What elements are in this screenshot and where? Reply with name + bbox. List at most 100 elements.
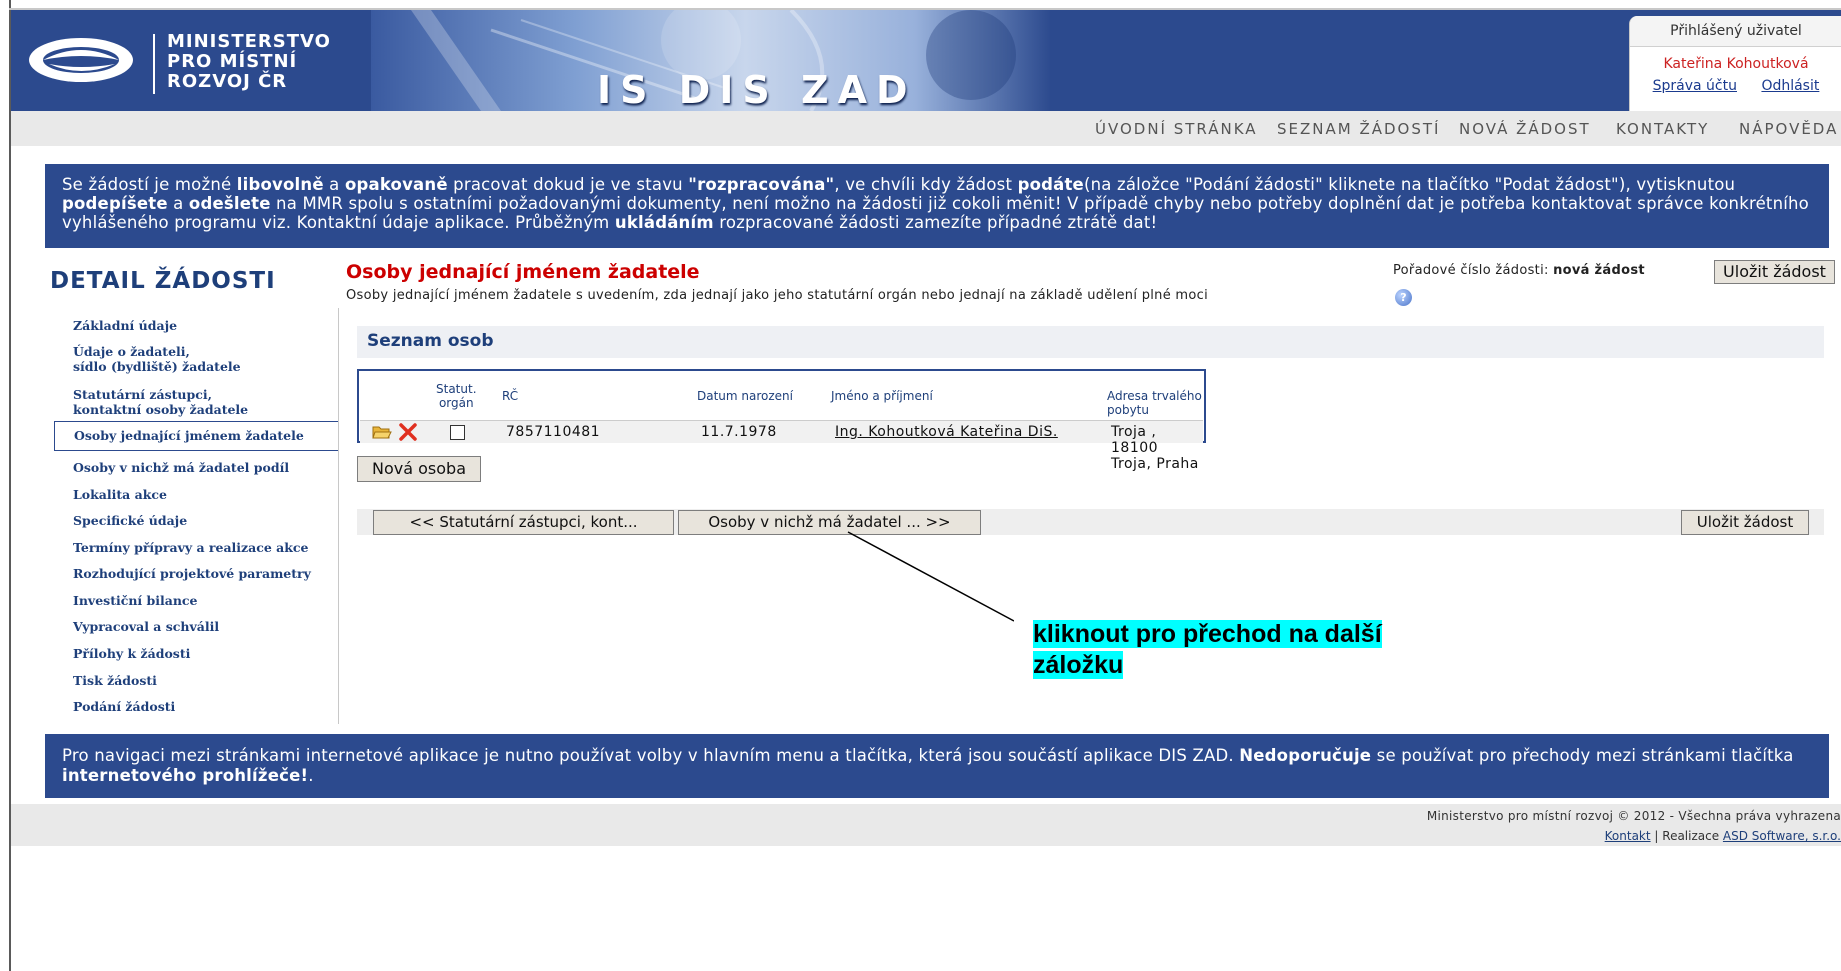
info-bold: libovolně [236, 175, 324, 194]
info-bold: odešlete [188, 194, 271, 213]
user-panel-heading: Přihlášený uživatel [1630, 16, 1841, 47]
ministry-line-3: ROZVOJ ČR [167, 71, 288, 92]
column-header-statutory-line2: orgán [438, 396, 474, 410]
user-links: Správa účtu Odhlásit [1630, 78, 1841, 94]
column-header-rc: RČ [502, 389, 519, 403]
order-number-value: nová žádost [1553, 263, 1645, 278]
info-banner: Se žádostí je možné libovolně a opakovan… [45, 164, 1829, 248]
account-settings-link[interactable]: Správa účtu [1653, 78, 1737, 94]
sidebar-item-acting-persons[interactable]: Osoby jednající jménem žadatele [54, 421, 338, 451]
sidebar-item-label: kontaktní osoby žadatele [73, 402, 249, 417]
info-bold: "rozpracována" [688, 175, 835, 194]
logo-divider [153, 34, 155, 94]
help-icon[interactable]: ? [1395, 289, 1412, 306]
warning-text: . [308, 766, 314, 785]
warning-bold: Nedoporučuje [1239, 746, 1372, 765]
ministry-logo-icon [29, 38, 133, 82]
column-header-statutory: Statut. orgán [436, 382, 477, 410]
sidebar-item-parameters[interactable]: Rozhodující projektové parametry [73, 566, 311, 581]
app-title: IS DIS ZAD [597, 68, 917, 111]
info-bold: ukládáním [614, 213, 714, 232]
cell-name-link[interactable]: Ing. Kohoutková Kateřina DiS. [835, 424, 1058, 440]
column-header-birth-date: Datum narození [697, 389, 793, 403]
vendor-link[interactable]: ASD Software, s.r.o. [1723, 829, 1841, 843]
previous-tab-button[interactable]: << Statutární zástupci, kont... [373, 510, 674, 535]
blank-area [481, 571, 630, 594]
info-text: pracovat dokud je ve stavu [447, 175, 689, 194]
top-navigation: ÚVODNÍ STRÁNKA SEZNAM ŽÁDOSTÍ NOVÁ ŽÁDOS… [11, 111, 1841, 146]
sidebar-item-label: sídlo (bydliště) žadatele [73, 359, 241, 374]
footer-links: Kontakt | Realizace ASD Software, s.r.o. [1605, 829, 1841, 843]
user-name: Kateřina Kohoutková [1663, 56, 1809, 72]
site-header: MINISTERSTVO PRO MÍSTNÍ ROZVOJ ČR IS DIS… [11, 10, 1841, 111]
sidebar-item-label: Údaje o žadateli, [73, 344, 190, 359]
cell-rc: 7857110481 [506, 424, 601, 440]
sidebar-item-dates[interactable]: Termíny přípravy a realizace akce [73, 540, 309, 555]
persons-table: Statut. orgán RČ Datum narození Jméno a … [357, 369, 1206, 472]
info-text: a [323, 175, 345, 194]
sidebar-item-label: Statutární zástupci, [73, 387, 212, 402]
next-tab-button[interactable]: Osoby v nichž má žadatel ... >> [678, 510, 981, 535]
ministry-line-1: MINISTERSTVO [167, 31, 331, 52]
sidebar-item-print[interactable]: Tisk žádosti [73, 673, 157, 688]
callout-line-2: záložku [1033, 651, 1124, 679]
warning-bold: internetového prohlížeče! [62, 766, 309, 785]
column-header-statutory-line1: Statut. [436, 382, 477, 396]
info-bold: opakovaně [344, 175, 448, 194]
nav-help[interactable]: NÁPOVĚDA [1739, 120, 1838, 138]
page-title: Osoby jednající jménem žadatele [346, 261, 700, 283]
sidebar-item-location[interactable]: Lokalita akce [73, 487, 167, 502]
sidebar-divider [338, 308, 339, 724]
order-number-label: Pořadové číslo žádosti: [1393, 263, 1554, 278]
warning-text: Pro navigaci mezi stránkami internetové … [62, 746, 1240, 765]
info-bold: podáte [1017, 175, 1084, 194]
nav-request-list[interactable]: SEZNAM ŽÁDOSTÍ [1277, 120, 1440, 138]
logout-link[interactable]: Odhlásit [1761, 78, 1819, 94]
sidebar-item-statutory[interactable]: Statutární zástupci, kontaktní osoby žad… [73, 387, 248, 417]
user-panel: Přihlášený uživatel Kateřina Kohoutková … [1629, 16, 1841, 111]
warning-text: se používat pro přechody mezi stránkami … [1371, 746, 1794, 765]
info-text: (na záložce "Podání žádosti" kliknete na… [1083, 175, 1736, 194]
info-text: a [167, 194, 189, 213]
column-header-name: Jméno a příjmení [831, 389, 933, 403]
order-number: Pořadové číslo žádosti: nová žádost [1393, 263, 1645, 278]
nav-home[interactable]: ÚVODNÍ STRÁNKA [1095, 120, 1258, 138]
sidebar-item-prepared[interactable]: Vypracoval a schválil [73, 619, 219, 634]
contact-link[interactable]: Kontakt [1605, 829, 1651, 843]
cell-address: Troja , 18100 Troja, Praha [1111, 424, 1199, 472]
copyright: Ministerstvo pro místní rozvoj © 2012 - … [1426, 809, 1841, 823]
info-text: Se žádostí je možné [62, 175, 237, 194]
footer-separator: | Realizace [1650, 829, 1723, 843]
column-header-address: Adresa trvalého pobytu [1107, 389, 1202, 417]
delete-icon[interactable] [398, 423, 418, 441]
table-row: 7857110481 11.7.1978 Ing. Kohoutková Kat… [360, 420, 1203, 472]
navigation-warning-banner: Pro navigaci mezi stránkami internetové … [45, 734, 1829, 798]
sidebar-item-share-persons[interactable]: Osoby v nichž má žadatel podíl [73, 460, 289, 475]
sidebar-title: DETAIL ŽÁDOSTI [50, 268, 276, 294]
sidebar-item-attachments[interactable]: Přílohy k žádosti [73, 646, 190, 661]
new-person-button[interactable]: Nová osoba [357, 456, 481, 482]
ministry-line-2: PRO MÍSTNÍ [167, 51, 298, 72]
save-button-bottom[interactable]: Uložit žádost [1681, 510, 1809, 535]
sidebar-item-specific[interactable]: Specifické údaje [73, 513, 187, 528]
page-description: Osoby jednající jménem žadatele s uveden… [346, 288, 1209, 303]
section-header-bar [357, 326, 1824, 358]
sidebar-item-balance[interactable]: Investiční bilance [73, 593, 198, 608]
section-title: Seznam osob [367, 331, 494, 351]
info-bold: podepíšete [62, 194, 168, 213]
nav-contacts[interactable]: KONTAKTY [1616, 120, 1709, 138]
save-button-top[interactable]: Uložit žádost [1714, 260, 1835, 284]
page-footer: Ministerstvo pro místní rozvoj © 2012 - … [11, 804, 1841, 846]
info-text: rozpracované žádosti zamezíte případné z… [713, 213, 1158, 232]
callout-text: kliknout pro přechod na další záložku [1033, 619, 1382, 681]
blank-area [661, 571, 810, 594]
sidebar-item-basic-info[interactable]: Základní údaje [73, 318, 177, 333]
open-folder-icon[interactable] [372, 424, 392, 440]
statutory-checkbox[interactable] [450, 425, 465, 440]
nav-new-request[interactable]: NOVÁ ŽÁDOST [1459, 120, 1591, 138]
callout-line-1: kliknout pro přechod na další [1033, 620, 1382, 648]
ministry-name: MINISTERSTVO PRO MÍSTNÍ ROZVOJ ČR [167, 32, 331, 92]
sidebar-item-submit[interactable]: Podání žádosti [73, 699, 175, 714]
sidebar-item-applicant[interactable]: Údaje o žadateli, sídlo (bydliště) žadat… [73, 344, 241, 374]
info-text: , ve chvíli kdy žádost [834, 175, 1018, 194]
